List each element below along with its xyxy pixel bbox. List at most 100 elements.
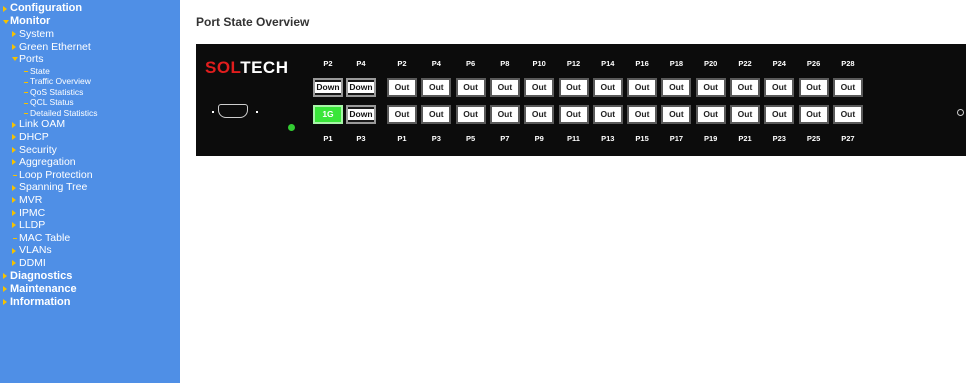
switch-faceplate: SOLTECH P2 Down 1G P1 P4 Down Down P3 P2 Out Out P1…	[196, 44, 966, 156]
collapsed-arrow-icon	[12, 31, 16, 38]
sidebar-item-loop-protection[interactable]: Loop Protection	[0, 169, 180, 182]
sidebar-item-label: Diagnostics	[10, 269, 73, 282]
port-top-10[interactable]: Out	[661, 78, 692, 97]
port-label-top: P16	[635, 59, 649, 68]
sidebar-item-label: Detailed Statistics	[30, 107, 98, 118]
sidebar-item-label: Aggregation	[19, 156, 76, 169]
sidebar-item-ddmi[interactable]: DDMI	[0, 257, 180, 270]
collapsed-arrow-icon	[3, 5, 7, 12]
port-bottom-5[interactable]: Out	[489, 105, 520, 124]
sidebar-item-mvr[interactable]: MVR	[0, 194, 180, 207]
sidebar-item-detailed-statistics[interactable]: Detailed Statistics	[0, 108, 180, 119]
port-bottom-2[interactable]: Out	[387, 105, 417, 124]
bullet-dash-icon	[13, 174, 17, 176]
sidebar-item-spanning-tree[interactable]: Spanning Tree	[0, 181, 180, 194]
port-bottom-1[interactable]: Down	[346, 105, 376, 124]
sidebar-item-lldp[interactable]: LLDP	[0, 219, 180, 232]
port-status: Out	[737, 109, 753, 119]
port-top-13[interactable]: Out	[764, 78, 795, 97]
port-bottom-13[interactable]: Out	[764, 105, 795, 124]
port-bottom-0[interactable]: 1G	[313, 105, 343, 124]
console-port-icon	[210, 103, 260, 121]
sidebar-item-vlans[interactable]: VLANs	[0, 244, 180, 257]
sidebar-item-link-oam[interactable]: Link OAM	[0, 118, 180, 131]
port-label-top: P2	[323, 59, 333, 68]
sidebar-item-label: VLANs	[19, 244, 52, 257]
sidebar-item-qos-statistics[interactable]: QoS Statistics	[0, 87, 180, 98]
collapsed-arrow-icon	[12, 146, 16, 153]
sidebar-item-label: Link OAM	[19, 118, 66, 131]
collapsed-arrow-icon	[3, 273, 7, 279]
port-top-0[interactable]: Down	[313, 78, 343, 97]
port-label-top: P2	[397, 59, 407, 68]
bullet-dash-icon	[13, 237, 17, 239]
sidebar-item-maintenance[interactable]: Maintenance	[0, 283, 180, 296]
port-top-2[interactable]: Out	[387, 78, 417, 97]
sidebar-item-qcl-status[interactable]: QCL Status	[0, 97, 180, 108]
port-bottom-15[interactable]: Out	[832, 105, 863, 124]
port-top-3[interactable]: Out	[421, 78, 452, 97]
port-status: Out	[497, 109, 513, 119]
sidebar-item-label: Monitor	[10, 15, 51, 27]
sidebar-item-information[interactable]: Information	[0, 296, 180, 309]
port-bottom-14[interactable]: Out	[798, 105, 829, 124]
port-top-8[interactable]: Out	[592, 78, 623, 97]
bullet-dash-icon	[24, 92, 28, 94]
sidebar-item-label: LLDP	[19, 219, 46, 232]
port-status: Out	[669, 109, 684, 119]
port-label-bottom: P15	[635, 134, 649, 143]
port-top-6[interactable]: Out	[524, 78, 555, 97]
port-label-bottom: P11	[567, 134, 580, 143]
port-top-7[interactable]: Out	[558, 78, 589, 97]
sidebar-item-state[interactable]: State	[0, 66, 180, 77]
sidebar-item-configuration[interactable]: Configuration	[0, 2, 180, 15]
port-top-14[interactable]: Out	[798, 78, 829, 97]
sidebar-item-ipmc[interactable]: IPMC	[0, 207, 180, 220]
port-bottom-10[interactable]: Out	[661, 105, 692, 124]
port-bottom-4[interactable]: Out	[455, 105, 486, 124]
sidebar-item-label: Maintenance	[10, 282, 77, 295]
port-label-bottom: P5	[466, 134, 476, 143]
port-bottom-8[interactable]: Out	[592, 105, 623, 124]
port-label-bottom: P3	[431, 134, 441, 143]
sidebar-item-dhcp[interactable]: DHCP	[0, 131, 180, 144]
port-status: Out	[703, 82, 718, 92]
sidebar-item-diagnostics[interactable]: Diagnostics	[0, 270, 180, 283]
port-top-5[interactable]: Out	[489, 78, 520, 97]
port-label-bottom: P19	[704, 134, 718, 143]
port-bottom-3[interactable]: Out	[421, 105, 452, 124]
port-bottom-6[interactable]: Out	[524, 105, 555, 124]
port-top-15[interactable]: Out	[832, 78, 863, 97]
sidebar-nav: Configuration Monitor System Green Ethernet…	[0, 0, 180, 383]
sidebar-item-monitor[interactable]: Monitor	[0, 15, 180, 28]
port-status: Out	[634, 82, 650, 92]
port-status: Out	[531, 109, 547, 119]
sidebar-item-system[interactable]: System	[0, 28, 180, 41]
bullet-dash-icon	[24, 81, 28, 83]
port-top-4[interactable]: Out	[455, 78, 486, 97]
port-top-11[interactable]: Out	[695, 78, 726, 97]
port-top-9[interactable]: Out	[627, 78, 658, 97]
port-status: Out	[463, 82, 478, 92]
port-bottom-12[interactable]: Out	[730, 105, 760, 124]
port-top-12[interactable]: Out	[730, 78, 760, 97]
port-bottom-7[interactable]: Out	[558, 105, 589, 124]
collapsed-arrow-icon	[3, 286, 7, 292]
port-top-1[interactable]: Down	[346, 78, 376, 97]
sidebar-item-green-ethernet[interactable]: Green Ethernet	[0, 41, 180, 54]
sidebar-item-mac-table[interactable]: MAC Table	[0, 232, 180, 245]
sidebar-item-label: MAC Table	[19, 231, 71, 244]
sidebar-item-label: DHCP	[19, 130, 49, 143]
sidebar-item-label: State	[30, 65, 50, 76]
port-label-bottom: P17	[669, 134, 684, 143]
sidebar-item-label: Configuration	[10, 2, 83, 14]
sidebar-item-security[interactable]: Security	[0, 144, 180, 157]
sidebar-item-traffic-overview[interactable]: Traffic Overview	[0, 76, 180, 87]
port-label-top: P4	[431, 59, 441, 68]
port-bottom-9[interactable]: Out	[627, 105, 658, 124]
sidebar-item-ports[interactable]: Ports	[0, 53, 180, 66]
sidebar-item-aggregation[interactable]: Aggregation	[0, 156, 180, 169]
port-bottom-11[interactable]: Out	[695, 105, 726, 124]
collapsed-arrow-icon	[12, 121, 16, 128]
reset-button[interactable]	[957, 109, 964, 116]
